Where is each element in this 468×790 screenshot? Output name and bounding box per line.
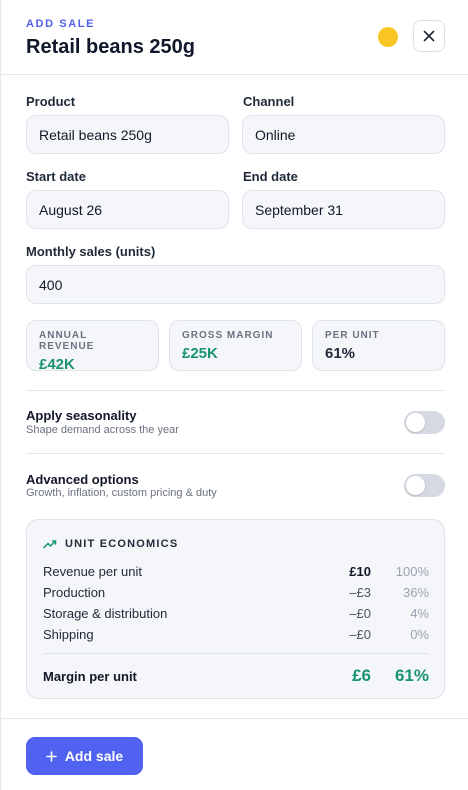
plus-icon <box>46 750 57 762</box>
econ-row-amount: –£0 <box>349 627 371 642</box>
econ-separator <box>43 653 429 654</box>
channel-label: Channel <box>243 94 295 109</box>
econ-row-name: Storage & distribution <box>43 606 168 621</box>
margin-per-unit-amount: £6 <box>352 666 371 685</box>
econ-row-amount: –£0 <box>349 606 371 621</box>
status-dot-icon <box>378 27 398 47</box>
econ-row-percent: 36% <box>402 585 429 600</box>
econ-row-storage: Storage & distribution –£0 4% <box>43 606 429 626</box>
toggle-knob <box>406 476 425 495</box>
seasonality-description: Shape demand across the year <box>26 424 179 436</box>
econ-row-name: Production <box>43 585 106 600</box>
divider <box>26 390 445 391</box>
start-date-field[interactable]: August 26 <box>26 190 229 229</box>
econ-row-revenue: Revenue per unit £10 100% <box>43 564 429 584</box>
channel-field[interactable]: Online <box>242 115 445 154</box>
panel-footer: Add sale <box>1 718 468 790</box>
econ-row-percent: 4% <box>410 606 429 621</box>
advanced-options-toggle[interactable] <box>404 474 445 497</box>
close-icon <box>423 30 435 42</box>
econ-row-amount: –£3 <box>349 585 371 600</box>
margin-per-unit-percent: 61% <box>394 666 429 685</box>
add-sale-panel: ADD SALE Retail beans 250g Product Retai… <box>0 0 468 790</box>
econ-row-percent: 0% <box>410 627 429 642</box>
per-unit-card: PER UNIT 61% <box>312 320 445 371</box>
econ-row-production: Production –£3 36% <box>43 585 429 605</box>
margin-per-unit-label: Margin per unit <box>43 669 137 684</box>
per-unit-value: 61% <box>325 345 356 362</box>
advanced-options-title: Advanced options <box>26 472 139 487</box>
add-sale-button[interactable]: Add sale <box>26 737 143 775</box>
gross-margin-card: GROSS MARGIN £25K <box>169 320 302 371</box>
annual-revenue-value: £42K <box>39 356 75 373</box>
seasonality-title: Apply seasonality <box>26 408 137 423</box>
monthly-sales-input[interactable]: 400 <box>26 265 445 304</box>
seasonality-toggle[interactable] <box>404 411 445 434</box>
gross-margin-value: £25K <box>182 345 218 362</box>
margin-per-unit-row: Margin per unit £6 61% <box>43 666 429 690</box>
econ-row-percent: 100% <box>395 564 429 579</box>
gross-margin-label: GROSS MARGIN <box>182 330 274 341</box>
unit-economics-header: UNIT ECONOMICS <box>43 538 178 550</box>
panel-title: Retail beans 250g <box>26 36 195 58</box>
product-field[interactable]: Retail beans 250g <box>26 115 229 154</box>
end-date-field[interactable]: September 31 <box>242 190 445 229</box>
panel-header: ADD SALE Retail beans 250g <box>1 0 468 75</box>
econ-row-name: Revenue per unit <box>43 564 143 579</box>
start-date-label: Start date <box>26 169 86 184</box>
add-sale-label: Add sale <box>64 748 124 764</box>
close-button[interactable] <box>413 20 445 52</box>
monthly-sales-label: Monthly sales (units) <box>26 244 156 259</box>
trending-up-icon <box>43 540 57 549</box>
annual-revenue-card: ANNUAL REVENUE £42K <box>26 320 159 373</box>
unit-economics-title: UNIT ECONOMICS <box>65 538 179 550</box>
advanced-options-description: Growth, inflation, custom pricing & duty <box>26 487 217 499</box>
annual-revenue-label: ANNUAL REVENUE <box>39 330 95 352</box>
econ-row-amount: £10 <box>349 564 371 579</box>
econ-row-shipping: Shipping –£0 0% <box>43 627 429 647</box>
panel-eyebrow: ADD SALE <box>26 18 96 30</box>
per-unit-label: PER UNIT <box>325 330 380 341</box>
toggle-knob <box>406 413 425 432</box>
end-date-label: End date <box>243 169 298 184</box>
econ-row-name: Shipping <box>43 627 94 642</box>
divider <box>26 453 445 454</box>
unit-economics-card: UNIT ECONOMICS Revenue per unit £10 100%… <box>26 519 445 699</box>
product-label: Product <box>26 94 76 109</box>
